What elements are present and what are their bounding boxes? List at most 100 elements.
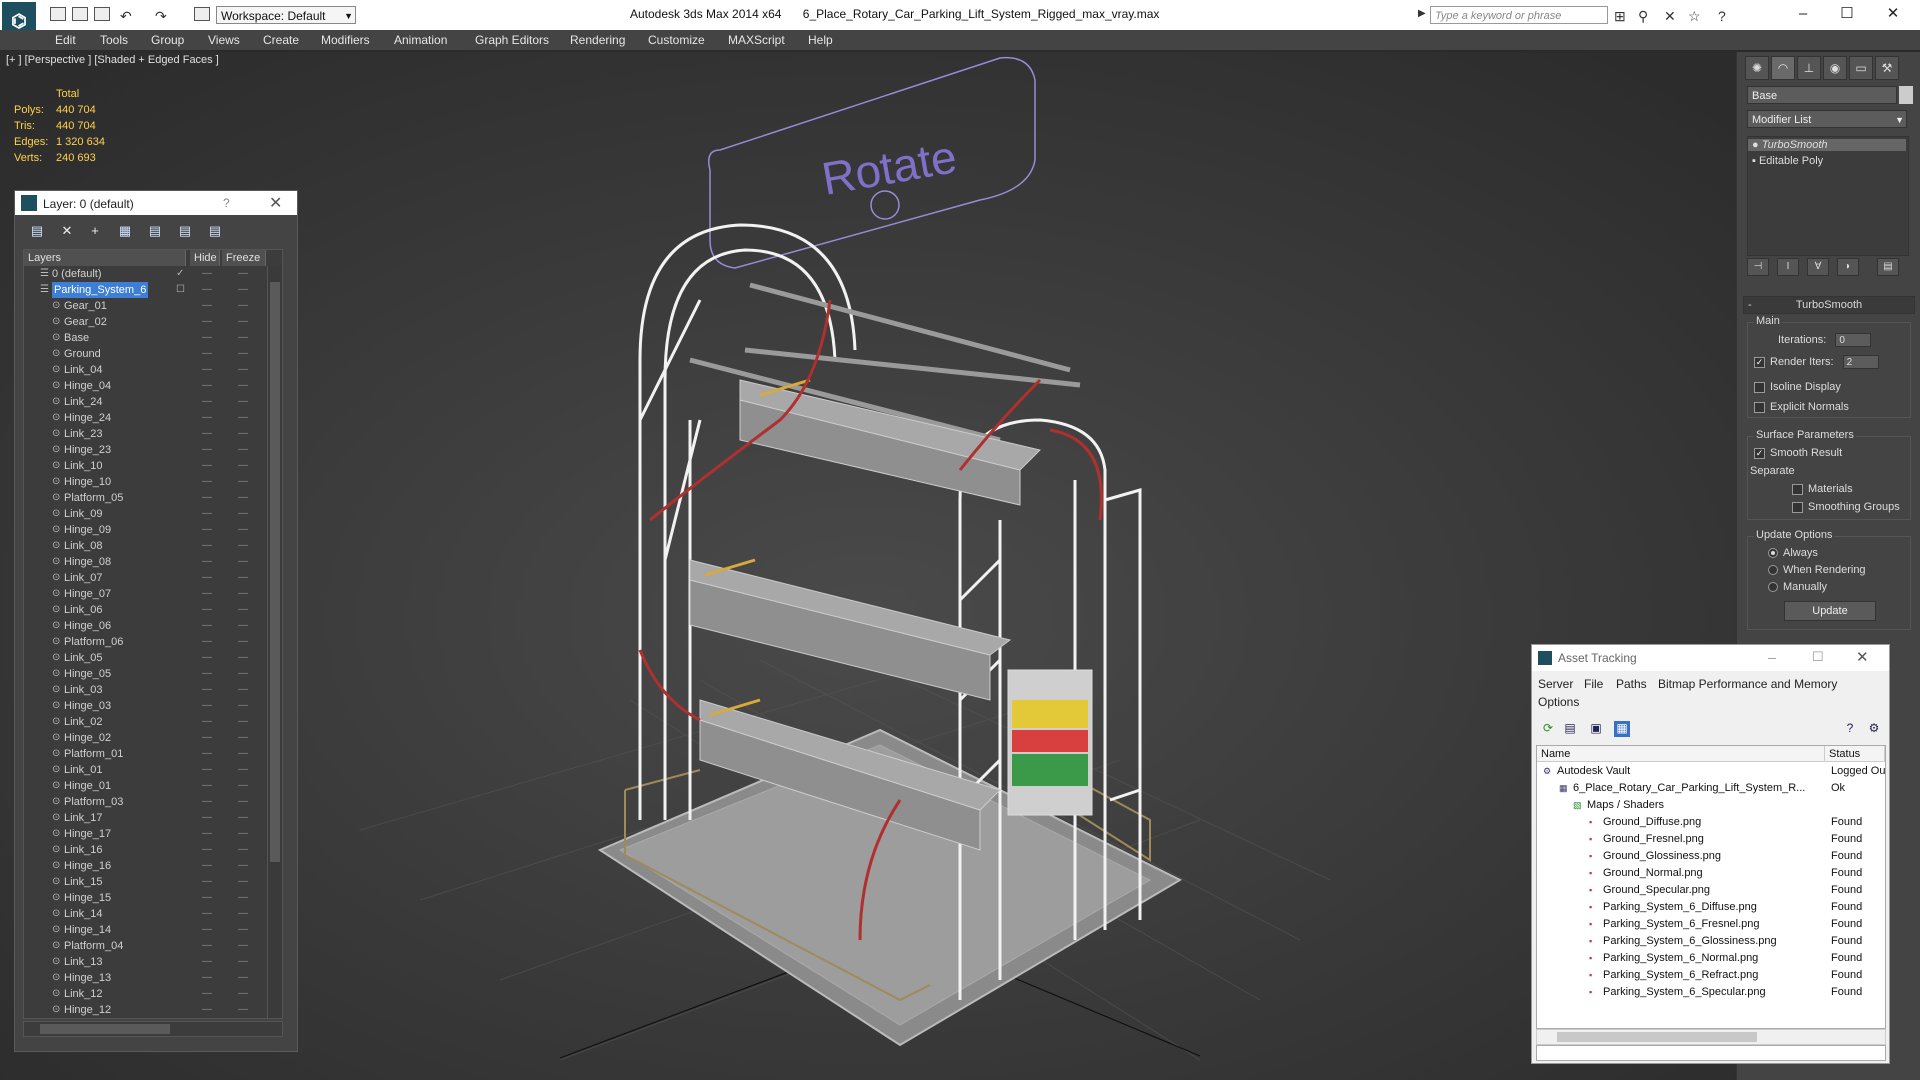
menu-file[interactable]: File — [1584, 677, 1603, 691]
layer-row[interactable]: ☰ 0 (default) — — ✓ — [24, 266, 264, 282]
object-row[interactable]: ⊙ Hinge_13 — — — [24, 970, 264, 986]
hide-toggle[interactable]: — — [202, 362, 212, 378]
object-row[interactable]: ⊙ Hinge_12— — — [24, 1002, 264, 1018]
col-layers[interactable]: Layers — [24, 250, 186, 266]
workspace-dropdown[interactable]: Workspace: Default ▼ — [216, 6, 356, 24]
open-file-icon[interactable] — [72, 7, 88, 21]
smooth-result-row[interactable]: ✓ Smooth Result — [1754, 447, 1842, 459]
object-row[interactable]: ⊙ Link_07 — — — [24, 570, 264, 586]
object-row[interactable]: ⊙ Platform_06 — — — [24, 634, 264, 650]
hide-toggle[interactable]: — — [202, 922, 212, 938]
smooth-result-checkbox[interactable]: ✓ — [1754, 447, 1765, 459]
isoline-checkbox[interactable] — [1754, 381, 1765, 393]
list-view-icon[interactable]: ▤ — [1562, 721, 1578, 737]
materials-row[interactable]: Materials — [1792, 483, 1853, 495]
freeze-toggle[interactable]: — — [238, 682, 248, 698]
layer-row[interactable]: ☰ Parking_System_6 — — ☐ — [24, 282, 264, 298]
render-iters-spinner[interactable]: 2 — [1842, 355, 1879, 369]
hide-toggle[interactable]: — — [202, 378, 212, 394]
menu-views[interactable]: Views — [208, 33, 240, 47]
asset-row[interactable]: ▦ 6_Place_Rotary_Car_Parking_Lift_System_… — [1537, 780, 1885, 797]
when-rendering-radio-row[interactable]: When Rendering — [1768, 564, 1866, 576]
freeze-toggle[interactable]: — — [238, 618, 248, 634]
hide-toggle[interactable]: — — [202, 762, 212, 778]
hide-toggle[interactable]: — — [202, 442, 212, 458]
freeze-toggle[interactable]: — — [238, 522, 248, 538]
hide-toggle[interactable]: — — [202, 554, 212, 570]
object-row[interactable]: ⊙ Link_09 — — — [24, 506, 264, 522]
hide-toggle[interactable]: — — [202, 650, 212, 666]
asset-row[interactable]: ▪ Parking_System_6_Glossiness.png Found — [1537, 933, 1885, 950]
menu-paths[interactable]: Paths — [1616, 677, 1647, 691]
freeze-toggle[interactable]: — — [238, 970, 248, 986]
asset-row[interactable]: ▪ Ground_Fresnel.png Found — [1537, 831, 1885, 848]
utilities-tab-icon[interactable]: ⚒ — [1875, 56, 1899, 80]
asset-row[interactable]: ▪ Parking_System_6_Refract.png Found — [1537, 967, 1885, 984]
object-row[interactable]: ⊙ Hinge_14 — — — [24, 922, 264, 938]
display-tab-icon[interactable]: ▭ — [1849, 56, 1873, 80]
layer-horizontal-scrollbar[interactable] — [23, 1021, 283, 1037]
hide-toggle[interactable]: — — [202, 682, 212, 698]
asset-row[interactable]: ⚙ Autodesk Vault Logged Ou — [1537, 763, 1885, 780]
expand-search-icon[interactable]: ▶ — [1418, 8, 1426, 19]
hide-toggle[interactable]: — — [202, 986, 212, 1002]
current-layer-check-icon[interactable]: ✓ — [176, 266, 184, 282]
freeze-toggle[interactable]: — — [238, 874, 248, 890]
always-radio-row[interactable]: Always — [1768, 547, 1818, 559]
hide-toggle[interactable]: — — [202, 298, 212, 314]
maximize-icon[interactable]: ☐ — [1812, 649, 1824, 665]
hide-toggle[interactable]: — — [202, 666, 212, 682]
freeze-toggle[interactable]: — — [238, 282, 248, 298]
freeze-toggle[interactable]: — — [238, 986, 248, 1002]
smoothing-groups-row[interactable]: Smoothing Groups — [1792, 501, 1900, 513]
viewport-label[interactable]: [+ ] [Perspective ] [Shaded + Edged Face… — [6, 54, 219, 66]
freeze-toggle[interactable]: — — [238, 938, 248, 954]
menu-graph-editors[interactable]: Graph Editors — [475, 33, 549, 47]
table-view-icon[interactable]: ▦ — [1614, 721, 1630, 737]
freeze-toggle[interactable]: — — [238, 906, 248, 922]
freeze-toggle[interactable]: — — [238, 890, 248, 906]
menu-customize[interactable]: Customize — [648, 33, 705, 47]
layer-panel-titlebar[interactable]: Layer: 0 (default) ? ✕ — [15, 191, 297, 215]
hide-toggle[interactable]: — — [202, 266, 212, 282]
asset-tracking-titlebar[interactable]: Asset Tracking – ☐ ✕ — [1532, 645, 1889, 671]
col-freeze[interactable]: Freeze — [222, 250, 266, 266]
hide-toggle[interactable]: — — [202, 522, 212, 538]
freeze-toggle[interactable]: — — [238, 762, 248, 778]
menu-server[interactable]: Server — [1538, 677, 1573, 691]
hide-toggle[interactable]: — — [202, 794, 212, 810]
object-row[interactable]: ⊙ Link_17 — — — [24, 810, 264, 826]
asset-horizontal-scrollbar[interactable] — [1536, 1029, 1886, 1045]
hierarchy-tab-icon[interactable]: ⊥ — [1797, 56, 1821, 80]
freeze-toggle[interactable]: — — [238, 954, 248, 970]
hide-toggle[interactable]: — — [202, 634, 212, 650]
asset-row[interactable]: ▪ Parking_System_6_Diffuse.png Found — [1537, 899, 1885, 916]
object-row[interactable]: ⊙ Hinge_01 — — — [24, 778, 264, 794]
hide-toggle[interactable]: — — [202, 970, 212, 986]
freeze-toggle[interactable]: — — [238, 1002, 248, 1018]
freeze-toggle[interactable]: — — [238, 442, 248, 458]
hide-all-icon[interactable]: ▤ — [177, 223, 193, 239]
freeze-toggle[interactable]: — — [238, 314, 248, 330]
asset-row[interactable]: ▪ Parking_System_6_Specular.png Found — [1537, 984, 1885, 1001]
freeze-toggle[interactable]: — — [238, 394, 248, 410]
configure-sets-icon[interactable]: ▤ — [1877, 258, 1899, 276]
asset-row[interactable]: ▪ Ground_Diffuse.png Found — [1537, 814, 1885, 831]
freeze-toggle[interactable]: — — [238, 586, 248, 602]
freeze-toggle[interactable]: — — [238, 362, 248, 378]
menu-modifiers[interactable]: Modifiers — [321, 33, 370, 47]
remove-modifier-icon[interactable]: ◗ — [1837, 258, 1859, 276]
freeze-toggle[interactable]: — — [238, 298, 248, 314]
object-row[interactable]: ⊙ Platform_05 — — — [24, 490, 264, 506]
object-row[interactable]: ⊙ Link_24 — — — [24, 394, 264, 410]
motion-tab-icon[interactable]: ◉ — [1823, 56, 1847, 80]
col-hide[interactable]: Hide — [190, 250, 220, 266]
menu-options[interactable]: Options — [1538, 695, 1579, 709]
turbosmooth-rollout-header[interactable]: - TurboSmooth — [1743, 296, 1915, 314]
close-icon[interactable]: ✕ — [269, 193, 282, 213]
asset-row[interactable]: ▪ Parking_System_6_Fresnel.png Found — [1537, 916, 1885, 933]
freeze-toggle[interactable]: — — [238, 506, 248, 522]
freeze-toggle[interactable]: — — [238, 858, 248, 874]
hide-toggle[interactable]: — — [202, 506, 212, 522]
object-row[interactable]: ⊙ Hinge_03 — — — [24, 698, 264, 714]
